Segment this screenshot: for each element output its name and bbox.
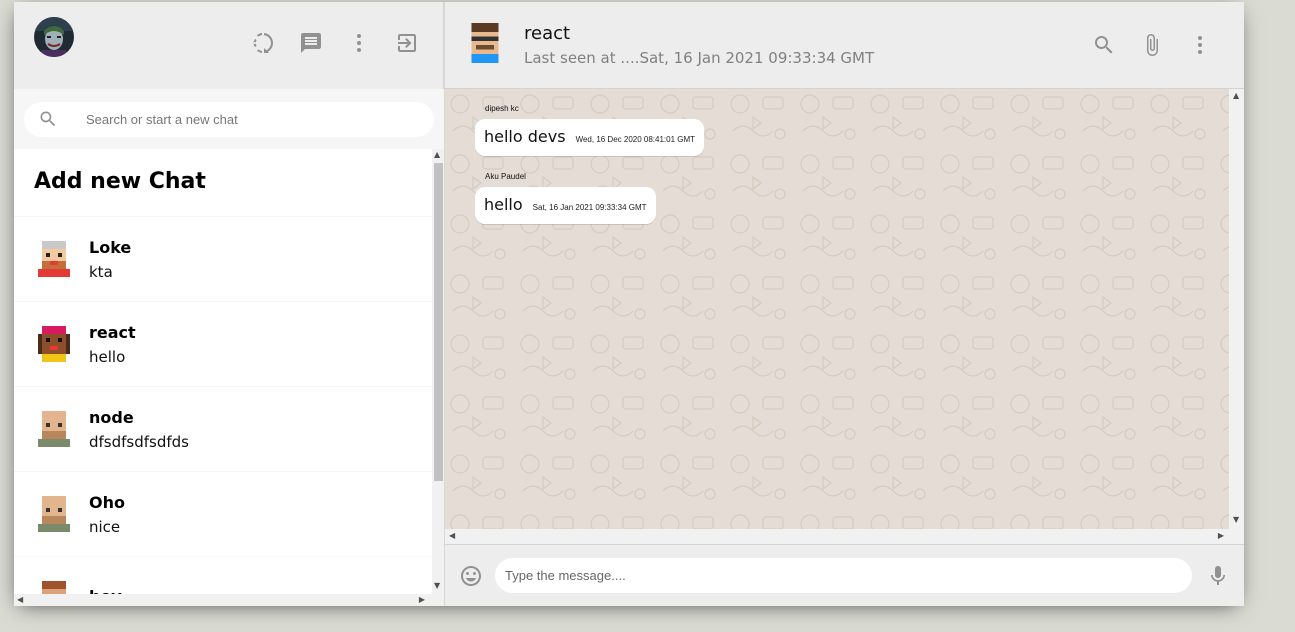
scroll-up-icon[interactable]: ▲ [434,151,440,159]
chat-last-message: kta [89,262,113,281]
avatar [34,239,74,279]
chat-vertical-scrollbar[interactable]: ▲ ▼ [1229,89,1244,544]
chat-horizontal-scrollbar[interactable]: ◀ ▶ [445,529,1230,544]
search-container [14,89,444,149]
message-sender: dipesh kc [485,104,519,113]
avatar [34,324,74,364]
chat-name: node [89,407,134,427]
add-new-chat-label: Add new Chat [34,169,206,194]
scroll-right-icon[interactable]: ▶ [419,596,425,604]
chat-item-loke[interactable]: Loke kta [14,217,444,302]
chat-name: Oho [89,492,125,512]
scroll-right-icon[interactable]: ▶ [1218,532,1224,540]
attach-icon[interactable] [1140,33,1164,57]
chat-panel: react Last seen at ....Sat, 16 Jan 2021 … [445,2,1244,606]
new-chat-icon[interactable] [299,31,323,55]
scroll-left-icon[interactable]: ◀ [449,532,455,540]
scroll-down-icon[interactable]: ▼ [434,582,440,590]
logout-icon[interactable] [395,31,419,55]
search-icon [38,109,58,129]
status-icon[interactable] [251,31,275,55]
message-text: hello [484,195,523,214]
message-input-box [495,558,1192,593]
search-box [24,101,434,137]
chat-name: react [89,322,136,342]
chat-list: Add new Chat Loke kta react hello node d… [14,149,444,606]
more-vert-icon[interactable] [1188,33,1212,57]
more-vert-icon[interactable] [347,31,371,55]
chat-footer [445,544,1244,606]
avatar[interactable] [465,23,505,63]
message-sender: Aku Paudel [485,172,526,181]
message-bubble[interactable]: hello Sat, 16 Jan 2021 09:33:34 GMT [475,187,656,224]
chat-body: dipesh kc hello devs Wed, 16 Dec 2020 08… [445,89,1244,544]
scroll-down-icon[interactable]: ▼ [1233,516,1239,524]
message-input[interactable] [505,568,1182,583]
scrollbar-thumb[interactable] [434,163,443,481]
app-window: Add new Chat Loke kta [14,2,1244,606]
scroll-left-icon[interactable]: ◀ [17,596,23,604]
chat-last-message: nice [89,517,121,536]
sidebar-horizontal-scrollbar[interactable]: ◀ ▶ [14,594,433,606]
avatar [34,494,74,534]
chat-item-oho[interactable]: Oho nice [14,472,444,557]
mic-icon[interactable] [1206,564,1230,588]
chat-last-message: dfsdfsdfsdfds [89,432,189,451]
chat-last-message: hello [89,347,126,366]
message-text: hello devs [484,127,566,146]
chat-header: react Last seen at ....Sat, 16 Jan 2021 … [445,2,1244,89]
chat-name: Loke [89,237,132,257]
doodle-background [445,89,1230,544]
message: Aku Paudel hello Sat, 16 Jan 2021 09:33:… [475,172,656,224]
message-timestamp: Wed, 16 Dec 2020 08:41:01 GMT [575,135,696,144]
search-input[interactable] [86,111,386,127]
sidebar: Add new Chat Loke kta [14,2,445,606]
message: dipesh kc hello devs Wed, 16 Dec 2020 08… [475,104,705,156]
chat-item-react[interactable]: react hello [14,302,444,387]
add-new-chat[interactable]: Add new Chat [14,149,444,217]
emoji-icon[interactable] [459,564,483,588]
scroll-up-icon[interactable]: ▲ [1233,92,1239,100]
sidebar-vertical-scrollbar[interactable]: ▲ ▼ [432,149,444,606]
search-icon[interactable] [1092,33,1116,57]
chat-header-name: react [524,23,571,44]
avatar [34,409,74,449]
sidebar-header [14,2,444,89]
user-avatar[interactable] [34,16,74,57]
chat-header-last-seen: Last seen at ....Sat, 16 Jan 2021 09:33:… [524,49,875,67]
chat-item-node[interactable]: node dfsdfsdfsdfds [14,387,444,472]
message-timestamp: Sat, 16 Jan 2021 09:33:34 GMT [532,203,647,212]
message-bubble[interactable]: hello devs Wed, 16 Dec 2020 08:41:01 GMT [475,119,705,156]
